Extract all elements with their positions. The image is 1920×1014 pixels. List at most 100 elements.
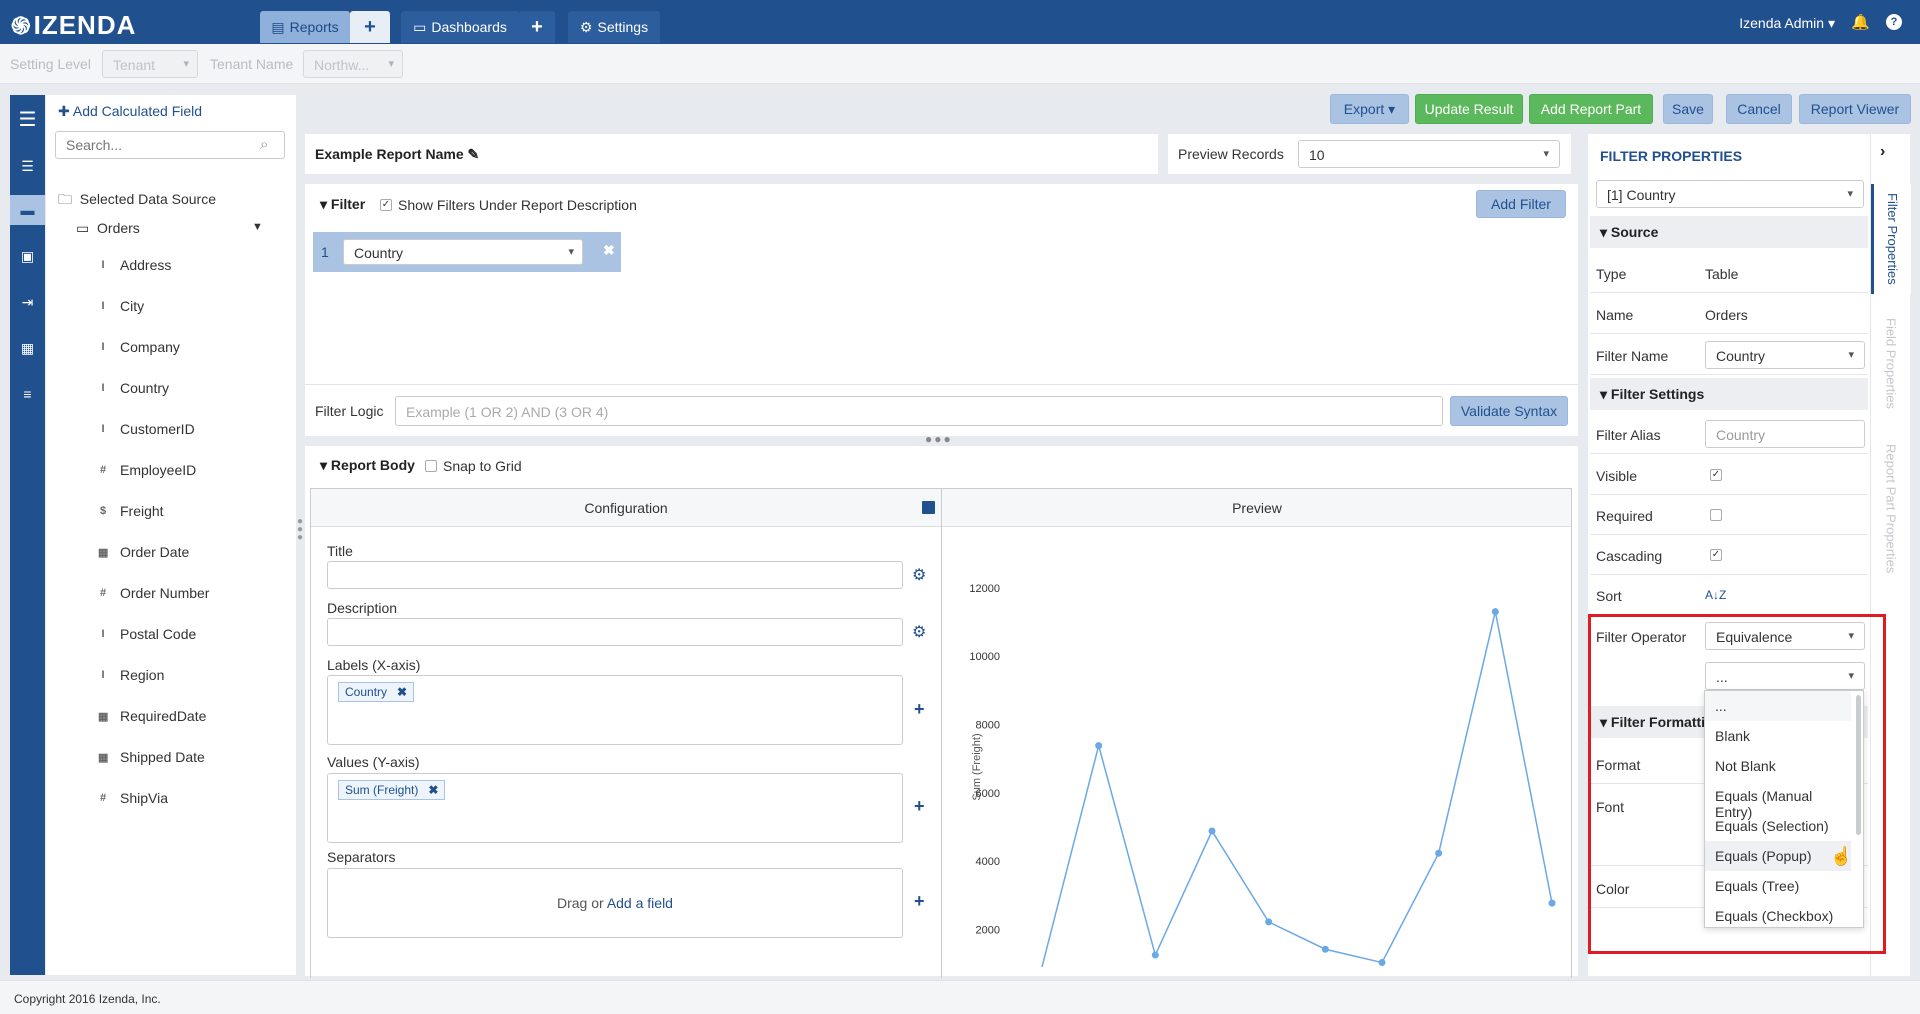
- data-point[interactable]: [1435, 849, 1443, 857]
- field-item[interactable]: I Region: [98, 667, 164, 683]
- field-item[interactable]: I CustomerID: [98, 421, 194, 437]
- data-point[interactable]: [1491, 608, 1499, 616]
- chevron-right-icon[interactable]: ›: [1880, 143, 1885, 161]
- description-input[interactable]: [327, 618, 903, 646]
- field-item[interactable]: ▦ Shipped Date: [98, 749, 205, 765]
- title-input[interactable]: [327, 561, 903, 589]
- list-add-icon[interactable]: ≡: [10, 379, 45, 409]
- add-field-link[interactable]: Add a field: [607, 895, 673, 911]
- update-result-button[interactable]: Update Result: [1415, 94, 1523, 124]
- nav-settings[interactable]: ⚙ Settings: [568, 11, 660, 43]
- cascading-checkbox[interactable]: ✓: [1710, 549, 1722, 561]
- visible-checkbox[interactable]: ✓: [1710, 469, 1722, 481]
- minimize-icon[interactable]: ▬: [10, 195, 45, 225]
- fields-icon[interactable]: ☰: [10, 151, 45, 181]
- cancel-button[interactable]: Cancel: [1726, 94, 1792, 124]
- validate-syntax-button[interactable]: Validate Syntax: [1450, 396, 1568, 426]
- tab-report-part-properties[interactable]: Report Part Properties: [1871, 434, 1911, 584]
- help-icon[interactable]: ?: [1886, 14, 1902, 30]
- operator-option[interactable]: Not Blank: [1705, 751, 1851, 781]
- dropdown-scrollbar[interactable]: [1856, 695, 1861, 835]
- preview-records-select[interactable]: 10: [1298, 140, 1560, 168]
- tab-field-properties[interactable]: Field Properties: [1871, 309, 1911, 419]
- field-item[interactable]: I Address: [98, 257, 171, 273]
- source-section[interactable]: ▾ Source: [1590, 216, 1868, 248]
- field-item[interactable]: # EmployeeID: [98, 462, 196, 478]
- field-search-input[interactable]: [55, 131, 285, 159]
- data-point[interactable]: [1265, 918, 1273, 926]
- collapse-config-icon[interactable]: [922, 501, 935, 514]
- filter-alias-input[interactable]: Country: [1705, 420, 1865, 448]
- tab-filter-properties[interactable]: Filter Properties: [1871, 184, 1911, 294]
- data-point[interactable]: [1208, 827, 1216, 835]
- tenant-name-select[interactable]: Northw...: [303, 50, 403, 78]
- labels-dropzone[interactable]: Country ✖: [327, 675, 903, 745]
- user-menu[interactable]: Izenda Admin ▾: [1739, 15, 1835, 32]
- title-gear-icon[interactable]: ⚙: [912, 565, 926, 585]
- data-source-icon[interactable]: ▣: [10, 241, 45, 271]
- report-body-header[interactable]: ▾ Report Body: [320, 457, 415, 474]
- operator-option[interactable]: ...: [1705, 691, 1851, 721]
- data-point[interactable]: [1151, 951, 1159, 959]
- report-viewer-button[interactable]: Report Viewer: [1799, 94, 1911, 124]
- calendar-icon[interactable]: ▦: [10, 333, 45, 363]
- field-item[interactable]: ▦ Order Date: [98, 544, 189, 560]
- caret-down-icon[interactable]: ▼: [252, 221, 263, 233]
- remove-tag-icon[interactable]: ✖: [397, 685, 407, 699]
- description-gear-icon[interactable]: ⚙: [912, 622, 926, 642]
- filter-settings-section[interactable]: ▾ Filter Settings: [1590, 378, 1868, 410]
- menu-icon[interactable]: ☰: [10, 105, 45, 135]
- nav-dashboards[interactable]: ▭ Dashboards: [401, 11, 519, 43]
- field-item[interactable]: # ShipVia: [98, 790, 168, 806]
- data-point[interactable]: [1548, 899, 1556, 907]
- field-item[interactable]: $ Freight: [98, 503, 164, 519]
- field-item[interactable]: I Country: [98, 380, 169, 396]
- snap-checkbox[interactable]: [425, 460, 437, 472]
- required-checkbox[interactable]: [1710, 509, 1722, 521]
- operator-option[interactable]: Equals (Selection): [1705, 811, 1851, 841]
- setting-level-select[interactable]: Tenant: [102, 50, 198, 78]
- field-item[interactable]: I Postal Code: [98, 626, 196, 642]
- new-dashboard-button[interactable]: +: [519, 11, 555, 43]
- values-tag[interactable]: Sum (Freight) ✖: [338, 780, 446, 800]
- show-filters-checkbox[interactable]: ✓: [380, 199, 392, 211]
- nav-reports[interactable]: ▤ Reports: [260, 11, 350, 43]
- pencil-icon[interactable]: ✎: [468, 146, 480, 162]
- export-icon[interactable]: ⇥: [10, 287, 45, 317]
- remove-tag-icon[interactable]: ✖: [428, 783, 438, 797]
- operator-option[interactable]: Blank: [1705, 721, 1851, 751]
- field-item[interactable]: # Order Number: [98, 585, 210, 601]
- field-item[interactable]: I Company: [98, 339, 179, 355]
- add-filter-button[interactable]: Add Filter: [1476, 190, 1566, 218]
- new-report-button[interactable]: +: [350, 11, 390, 43]
- values-dropzone[interactable]: Sum (Freight) ✖: [327, 773, 903, 843]
- panel-splitter[interactable]: ● ● ●: [297, 517, 303, 543]
- snap-to-grid-option[interactable]: Snap to Grid: [425, 458, 522, 474]
- add-calculated-field-link[interactable]: ✚ Add Calculated Field: [58, 103, 202, 120]
- export-button[interactable]: Export ▾: [1330, 94, 1409, 124]
- izenda-logo[interactable]: ֍ IZENDA: [11, 9, 136, 42]
- data-point[interactable]: [1095, 742, 1103, 750]
- add-value-icon[interactable]: +: [914, 796, 925, 817]
- save-button[interactable]: Save: [1663, 94, 1713, 124]
- data-point[interactable]: [1321, 945, 1329, 953]
- field-item[interactable]: I City: [98, 298, 144, 314]
- add-report-part-button[interactable]: Add Report Part: [1529, 94, 1653, 124]
- filter-select[interactable]: [1] Country: [1596, 180, 1864, 208]
- report-name[interactable]: Example Report Name ✎: [315, 146, 479, 163]
- show-filters-option[interactable]: ✓ Show Filters Under Report Description: [380, 197, 637, 213]
- add-separator-icon[interactable]: +: [914, 891, 925, 912]
- resize-handle[interactable]: ●●●: [925, 432, 953, 446]
- orders-table[interactable]: ▭ Orders: [76, 220, 140, 237]
- operator-option[interactable]: Equals (Manual Entry): [1705, 781, 1851, 820]
- operator-option[interactable]: Equals (Checkbox): [1705, 901, 1851, 927]
- field-item[interactable]: ▦ RequiredDate: [98, 708, 206, 724]
- bell-icon[interactable]: 🔔: [1851, 13, 1870, 31]
- filter-name-select[interactable]: Country: [1705, 341, 1865, 369]
- filter-field-select[interactable]: Country: [343, 239, 583, 265]
- add-label-icon[interactable]: +: [914, 699, 925, 720]
- filter-header[interactable]: ▾ Filter: [320, 196, 365, 213]
- separators-dropzone[interactable]: Drag or Add a field: [327, 868, 903, 938]
- sort-icon[interactable]: A↓Z: [1705, 588, 1726, 602]
- labels-tag[interactable]: Country ✖: [338, 682, 415, 702]
